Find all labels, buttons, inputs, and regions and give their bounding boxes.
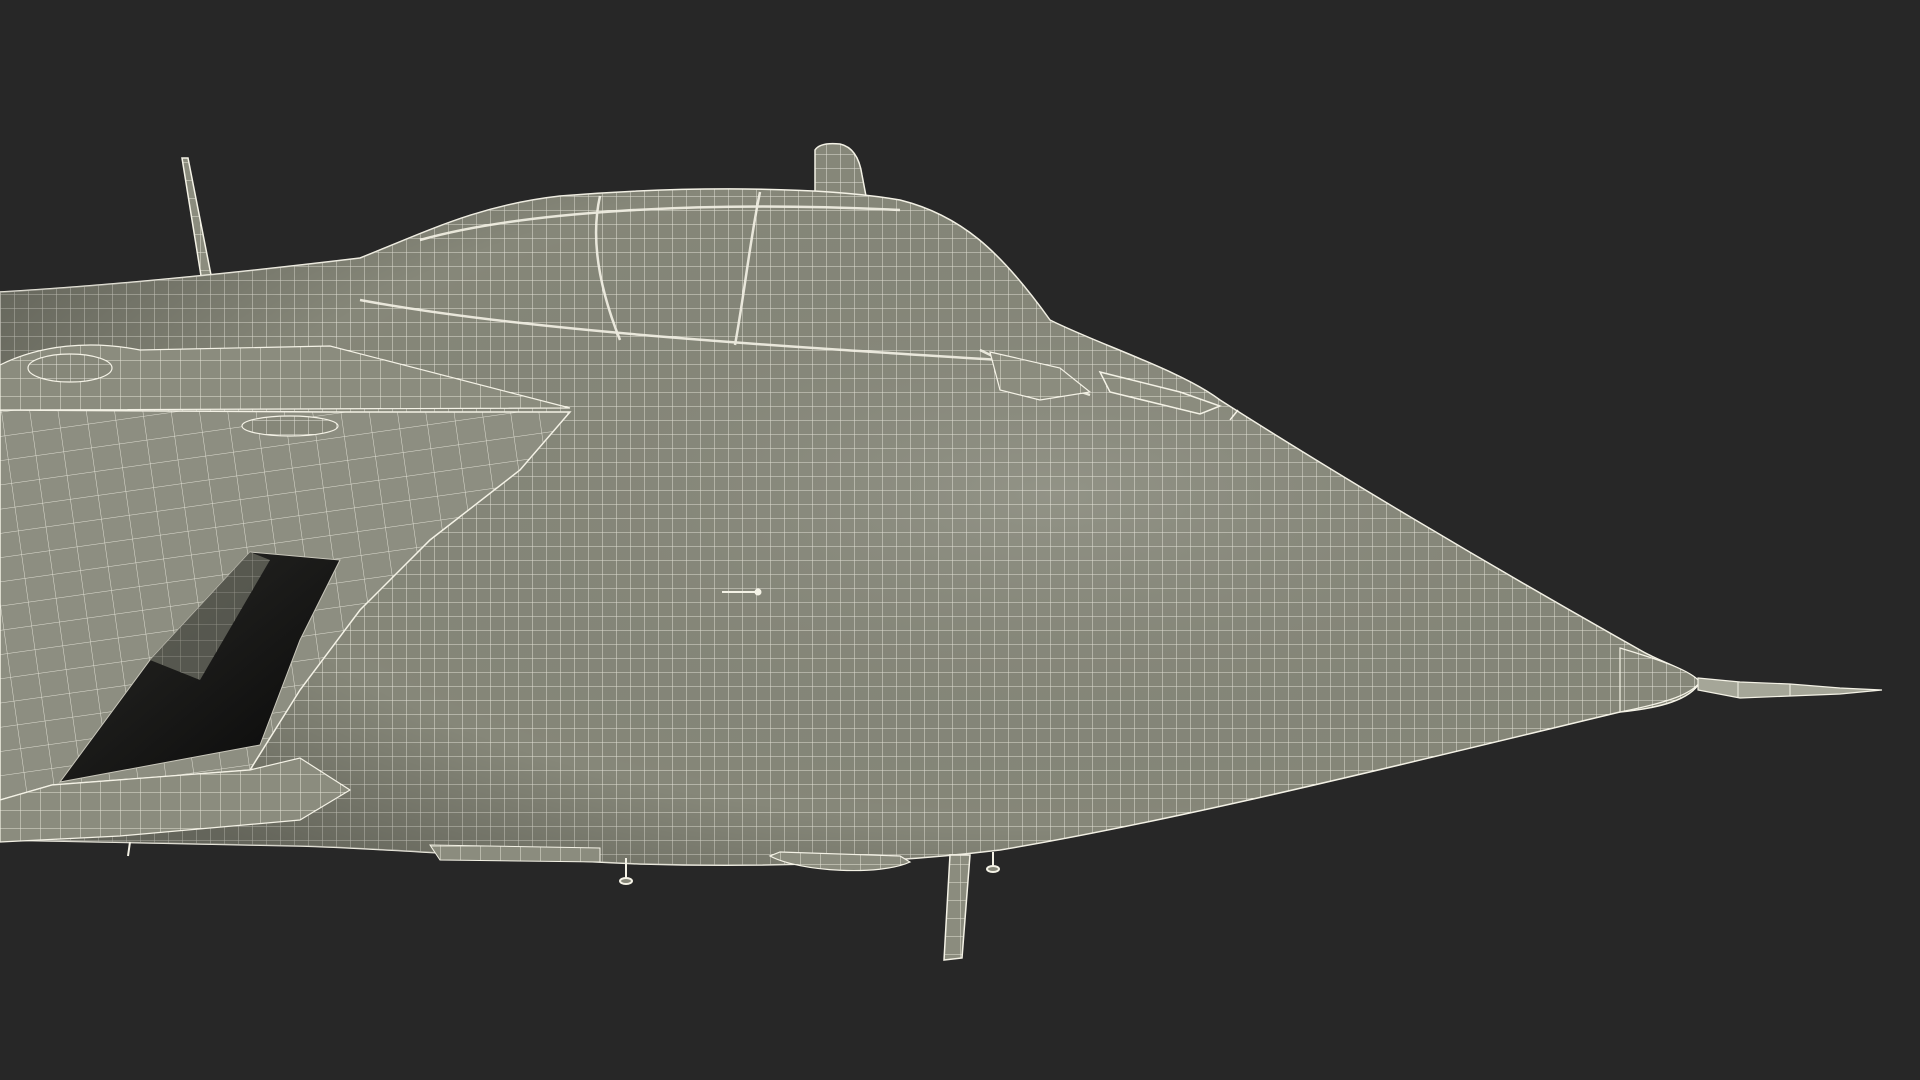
wireframe-render (0, 0, 1920, 1080)
